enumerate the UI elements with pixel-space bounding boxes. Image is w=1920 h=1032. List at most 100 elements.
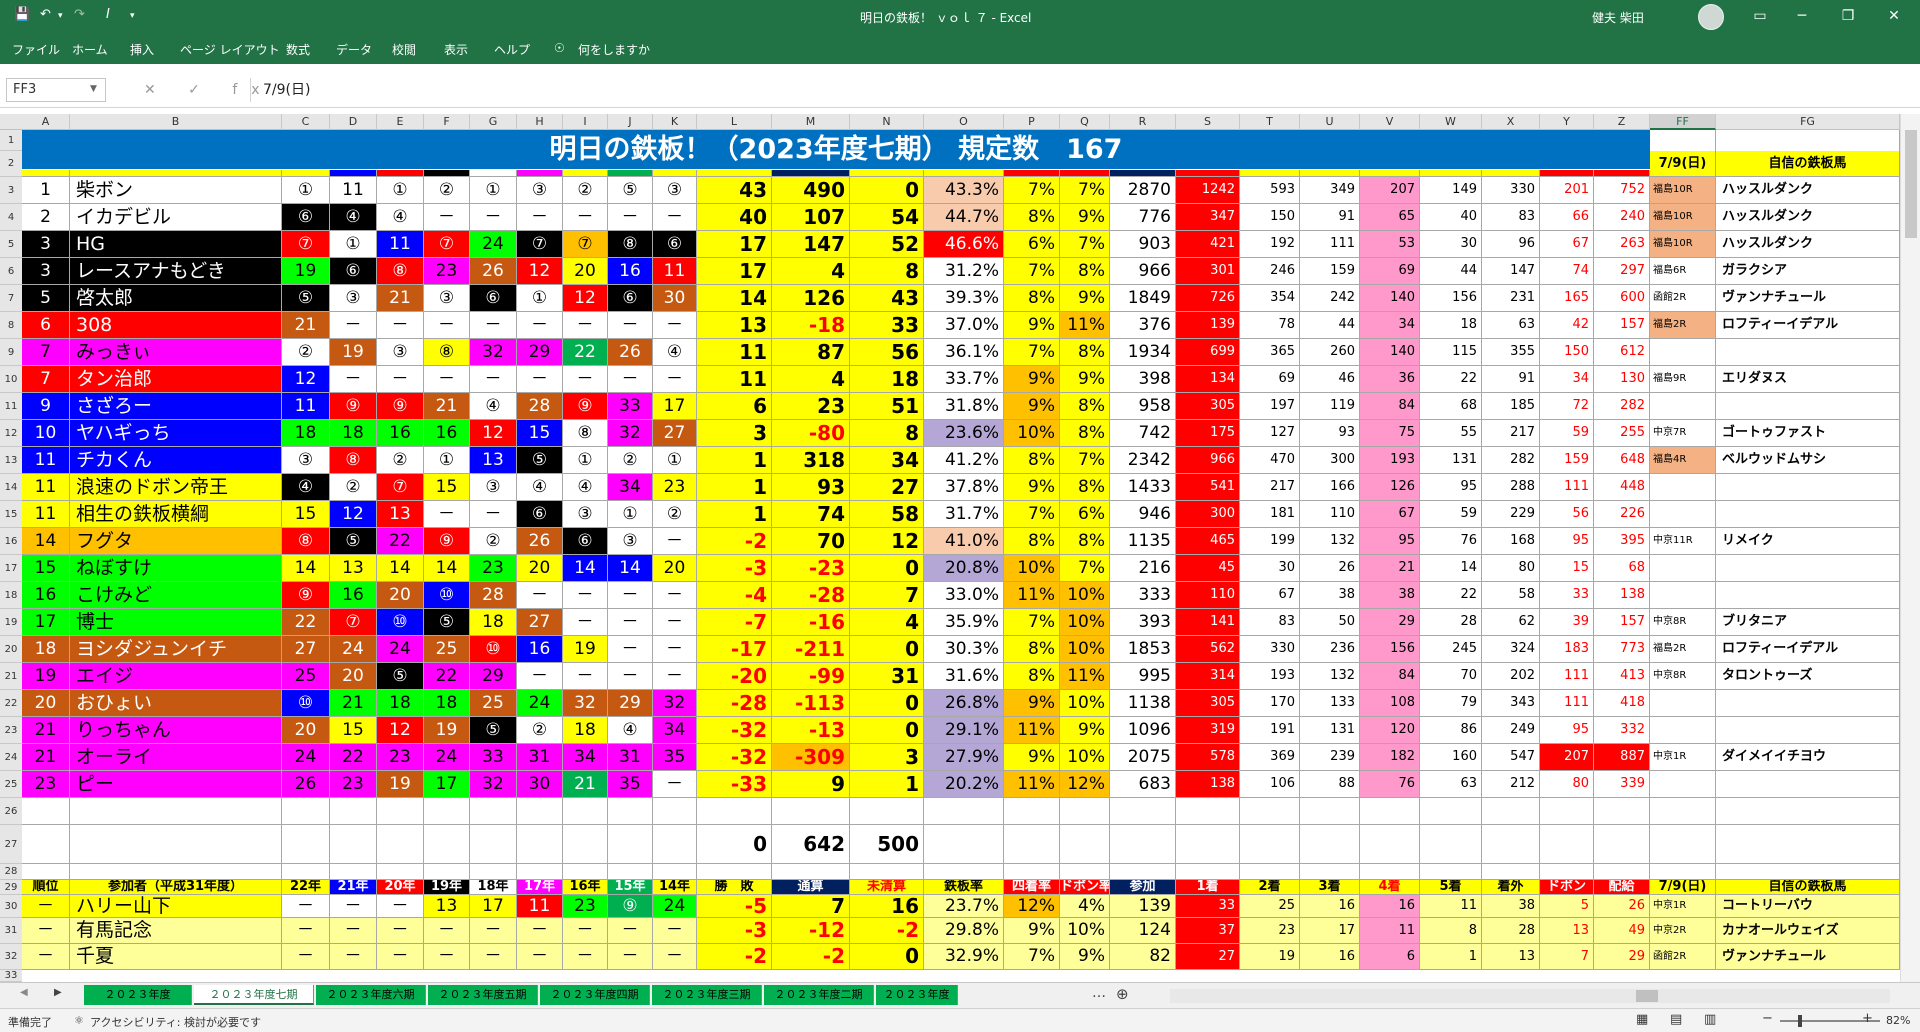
data-cell[interactable] — [1650, 339, 1716, 366]
data-cell[interactable]: 中京1R — [1650, 895, 1716, 918]
data-cell[interactable]: 648 — [1594, 447, 1650, 474]
data-cell[interactable]: 330 — [1482, 177, 1540, 204]
empty-cell[interactable] — [1482, 864, 1540, 880]
data-cell[interactable]: ② — [424, 177, 470, 204]
data-cell[interactable]: ⑤ — [424, 609, 470, 636]
zoom-slider-knob[interactable] — [1798, 1015, 1802, 1027]
data-cell[interactable]: 16 — [1360, 895, 1420, 918]
data-cell[interactable]: 1 — [1420, 944, 1482, 970]
data-cell[interactable]: 245 — [1420, 636, 1482, 663]
row-header[interactable]: 32 — [0, 944, 22, 970]
data-cell[interactable]: 6% — [1004, 231, 1060, 258]
column-header-c[interactable]: C — [282, 114, 330, 130]
data-cell[interactable]: 958 — [1110, 393, 1176, 420]
data-cell[interactable]: ⑦ — [517, 231, 563, 258]
data-cell[interactable]: 301 — [1176, 258, 1240, 285]
data-cell[interactable]: ⑨ — [424, 528, 470, 555]
row-header[interactable]: 10 — [0, 366, 22, 393]
header-cell[interactable]: 3着 — [1300, 880, 1360, 895]
data-cell[interactable]: -20 — [697, 663, 772, 690]
data-cell[interactable]: 76 — [1360, 771, 1420, 798]
data-cell[interactable]: 8% — [1004, 663, 1060, 690]
data-cell[interactable]: 418 — [1594, 690, 1650, 717]
data-cell[interactable]: 24 — [377, 636, 424, 663]
data-cell[interactable] — [1650, 690, 1716, 717]
header-cell[interactable]: 4着 — [1360, 880, 1420, 895]
data-cell[interactable]: 中京8R — [1650, 609, 1716, 636]
data-cell[interactable]: 37.8% — [924, 474, 1004, 501]
data-cell[interactable]: 70 — [1420, 663, 1482, 690]
data-cell[interactable]: 31.2% — [924, 258, 1004, 285]
empty-cell[interactable] — [1176, 798, 1240, 825]
data-cell[interactable]: 33 — [1176, 895, 1240, 918]
data-cell[interactable]: － — [330, 312, 377, 339]
data-cell[interactable] — [1716, 771, 1900, 798]
data-cell[interactable]: ⑤ — [330, 528, 377, 555]
data-cell[interactable]: 8% — [1060, 528, 1110, 555]
data-cell[interactable]: 22 — [330, 744, 377, 771]
data-cell[interactable]: 31.8% — [924, 393, 1004, 420]
data-cell[interactable]: 15 — [282, 501, 330, 528]
data-cell[interactable]: 75 — [1360, 420, 1420, 447]
data-cell[interactable]: － — [653, 528, 697, 555]
data-cell[interactable]: 175 — [1176, 420, 1240, 447]
total-cell[interactable]: 500 — [850, 825, 924, 864]
data-cell[interactable]: 80 — [1482, 555, 1540, 582]
participant-name[interactable]: エイジ — [70, 663, 282, 690]
data-cell[interactable]: 139 — [1176, 312, 1240, 339]
data-cell[interactable]: 393 — [1110, 609, 1176, 636]
data-cell[interactable]: 15 — [424, 474, 470, 501]
data-cell[interactable]: 0 — [850, 690, 924, 717]
data-cell[interactable]: － — [377, 895, 424, 918]
data-cell[interactable]: 18 — [282, 420, 330, 447]
data-cell[interactable]: 26 — [517, 528, 563, 555]
data-cell[interactable]: 17 — [697, 258, 772, 285]
data-cell[interactable]: -309 — [772, 744, 850, 771]
data-cell[interactable]: 8% — [1060, 339, 1110, 366]
data-cell[interactable]: 78 — [1240, 312, 1300, 339]
header-cell[interactable]: 自信の鉄板馬 — [1716, 880, 1900, 895]
row-header[interactable]: 30 — [0, 895, 22, 918]
data-cell[interactable]: ダイメイイチヨウ — [1716, 744, 1900, 771]
data-cell[interactable]: 中京2R — [1650, 918, 1716, 944]
data-cell[interactable]: 9% — [1060, 717, 1110, 744]
data-cell[interactable]: 25 — [470, 690, 517, 717]
data-cell[interactable]: 1934 — [1110, 339, 1176, 366]
avatar[interactable] — [1698, 4, 1724, 30]
data-cell[interactable]: 612 — [1594, 339, 1650, 366]
data-cell[interactable]: 11% — [1060, 663, 1110, 690]
data-cell[interactable]: 157 — [1594, 312, 1650, 339]
data-cell[interactable]: 141 — [1176, 609, 1240, 636]
data-cell[interactable]: 9 — [772, 771, 850, 798]
data-cell[interactable]: 16 — [377, 420, 424, 447]
data-cell[interactable]: 12% — [1060, 771, 1110, 798]
data-cell[interactable]: ② — [517, 717, 563, 744]
data-cell[interactable]: 21 — [282, 312, 330, 339]
data-cell[interactable]: 11 — [1420, 895, 1482, 918]
data-cell[interactable]: ハッスルダンク — [1716, 231, 1900, 258]
column-header-l[interactable]: L — [697, 114, 772, 130]
data-cell[interactable]: 9% — [1004, 393, 1060, 420]
data-cell[interactable]: 0 — [850, 555, 924, 582]
data-cell[interactable]: 2342 — [1110, 447, 1176, 474]
data-cell[interactable]: 74 — [1540, 258, 1594, 285]
data-cell[interactable]: 111 — [1300, 231, 1360, 258]
data-cell[interactable]: 16 — [330, 582, 377, 609]
empty-cell[interactable] — [1004, 798, 1060, 825]
participant-name[interactable]: りっちゃん — [70, 717, 282, 744]
data-cell[interactable]: 191 — [1240, 717, 1300, 744]
empty-cell[interactable] — [424, 825, 470, 864]
data-cell[interactable]: 159 — [1540, 447, 1594, 474]
data-cell[interactable]: 28 — [1482, 918, 1540, 944]
data-cell[interactable]: 41.0% — [924, 528, 1004, 555]
data-cell[interactable]: 5 — [22, 285, 70, 312]
data-cell[interactable]: 22 — [563, 339, 608, 366]
data-cell[interactable]: 20 — [563, 258, 608, 285]
data-cell[interactable]: ④ — [330, 204, 377, 231]
data-cell[interactable]: カナオールウェイズ — [1716, 918, 1900, 944]
data-cell[interactable]: 40 — [1420, 204, 1482, 231]
data-cell[interactable]: － — [22, 895, 70, 918]
data-cell[interactable]: ② — [330, 474, 377, 501]
data-cell[interactable]: ⑥ — [517, 501, 563, 528]
data-cell[interactable]: 6 — [22, 312, 70, 339]
